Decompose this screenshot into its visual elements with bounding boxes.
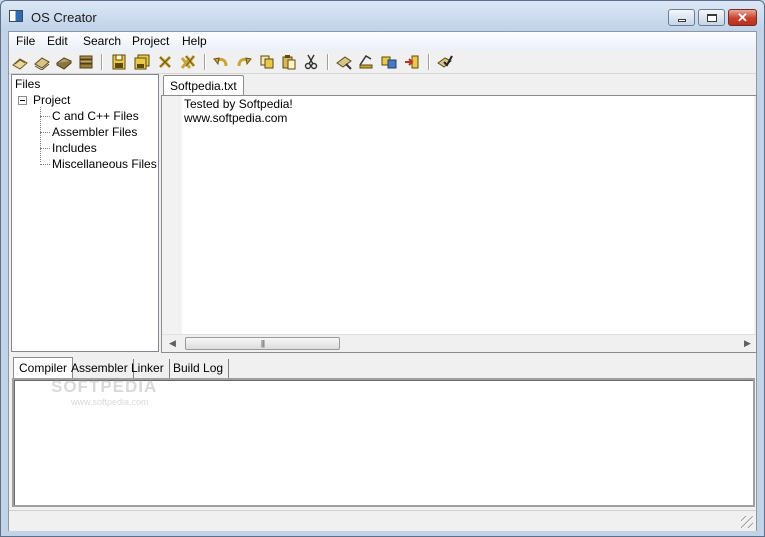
toolbar-separator xyxy=(204,54,206,70)
close-all-button[interactable] xyxy=(179,53,197,71)
link-icon xyxy=(381,56,397,69)
tree-item-project[interactable]: Project xyxy=(33,93,70,107)
editor-line: www.softpedia.com xyxy=(184,111,288,125)
build-check-button[interactable] xyxy=(436,53,454,71)
link-button[interactable] xyxy=(380,53,398,71)
open-project-icon xyxy=(34,57,50,70)
output-tab-strip: Compiler Assembler Linker Build Log xyxy=(11,357,756,379)
cut-icon xyxy=(304,54,318,70)
tab-linker[interactable]: Linker xyxy=(126,359,170,379)
undo-button[interactable] xyxy=(212,53,230,71)
app-icon xyxy=(9,10,23,22)
tree-item-assembler-files[interactable]: Assembler Files xyxy=(52,125,137,139)
project-tree[interactable]: Files Project C and C++ Files Assembler … xyxy=(11,74,159,352)
paste-icon xyxy=(282,55,296,70)
save-all-icon xyxy=(134,54,150,70)
tree-item-misc-files[interactable]: Miscellaneous Files xyxy=(52,157,157,171)
menu-search[interactable]: Search xyxy=(83,34,121,48)
tab-softpedia-txt[interactable]: Softpedia.txt xyxy=(163,75,244,95)
open-icon xyxy=(12,58,28,70)
tree-item-c-files[interactable]: C and C++ Files xyxy=(52,109,139,123)
tree-connector xyxy=(40,116,50,117)
window-title: OS Creator xyxy=(31,10,97,25)
toolbar xyxy=(9,51,756,74)
close-book-button[interactable] xyxy=(55,53,73,71)
open-project-button[interactable] xyxy=(33,53,51,71)
cut-button[interactable] xyxy=(302,53,320,71)
editor-tab-strip: Softpedia.txt xyxy=(161,74,756,95)
scroll-right-icon[interactable]: ▶ xyxy=(739,335,756,352)
menu-help[interactable]: Help xyxy=(182,34,207,48)
tab-build-log[interactable]: Build Log xyxy=(168,359,230,379)
app-window: OS Creator ✕ File Edit Search Project He… xyxy=(0,0,765,537)
maximize-button[interactable] xyxy=(698,9,725,26)
menu-bar: File Edit Search Project Help xyxy=(9,32,756,51)
editor-right-edge xyxy=(754,96,756,336)
close-all-icon xyxy=(180,55,196,69)
tab-compiler[interactable]: Compiler xyxy=(13,357,74,379)
copy-button[interactable] xyxy=(258,53,276,71)
compile-button[interactable] xyxy=(335,53,353,71)
title-bar[interactable]: OS Creator ✕ xyxy=(1,1,764,31)
save-all-button[interactable] xyxy=(133,53,151,71)
tree-connector xyxy=(40,132,50,133)
close-book-icon xyxy=(56,57,72,70)
tree-header: Files xyxy=(15,77,41,91)
redo-button[interactable] xyxy=(235,53,253,71)
scroll-left-icon[interactable]: ◀ xyxy=(164,335,181,352)
compile-icon xyxy=(336,56,352,70)
assemble-button[interactable] xyxy=(357,53,375,71)
text-editor[interactable]: Tested by Softpedia! www.softpedia.com ◀… xyxy=(161,95,757,353)
assemble-icon xyxy=(359,54,373,69)
books-button[interactable] xyxy=(77,53,95,71)
toolbar-separator xyxy=(327,54,329,70)
close-window-button[interactable]: ✕ xyxy=(728,9,757,26)
status-bar xyxy=(9,510,756,531)
build-check-icon xyxy=(437,55,453,68)
client-area: File Edit Search Project Help Files Proj… xyxy=(8,31,757,531)
open-file-button[interactable] xyxy=(11,53,29,71)
editor-gutter xyxy=(162,96,182,336)
tab-assembler[interactable]: Assembler xyxy=(66,359,134,379)
tree-connector xyxy=(40,164,50,165)
run-button[interactable] xyxy=(403,53,421,71)
editor-line: Tested by Softpedia! xyxy=(184,97,293,111)
minimize-icon xyxy=(677,19,686,22)
save-icon xyxy=(112,54,126,70)
toolbar-separator xyxy=(101,54,103,70)
run-icon xyxy=(405,55,419,69)
copy-icon xyxy=(260,55,274,69)
menu-project[interactable]: Project xyxy=(132,34,169,48)
redo-icon xyxy=(237,57,252,67)
close-window-icon: ✕ xyxy=(737,10,748,25)
tree-connector xyxy=(40,148,50,149)
resize-grip-icon[interactable] xyxy=(741,516,753,528)
maximize-icon xyxy=(706,13,717,22)
books-icon xyxy=(79,55,93,69)
tree-collapse-toggle[interactable] xyxy=(18,96,27,105)
save-button[interactable] xyxy=(110,53,128,71)
toolbar-separator xyxy=(428,54,430,70)
paste-button[interactable] xyxy=(280,53,298,71)
tree-item-includes[interactable]: Includes xyxy=(52,141,97,155)
horizontal-scrollbar[interactable]: ◀ ||| ▶ xyxy=(162,334,756,352)
minimize-button[interactable] xyxy=(668,9,695,26)
close-icon xyxy=(158,55,172,69)
menu-file[interactable]: File xyxy=(16,34,35,48)
undo-icon xyxy=(213,57,228,67)
scroll-thumb[interactable]: ||| xyxy=(185,337,340,350)
menu-edit[interactable]: Edit xyxy=(47,34,68,48)
output-panel[interactable] xyxy=(12,378,755,507)
close-file-button[interactable] xyxy=(156,53,174,71)
